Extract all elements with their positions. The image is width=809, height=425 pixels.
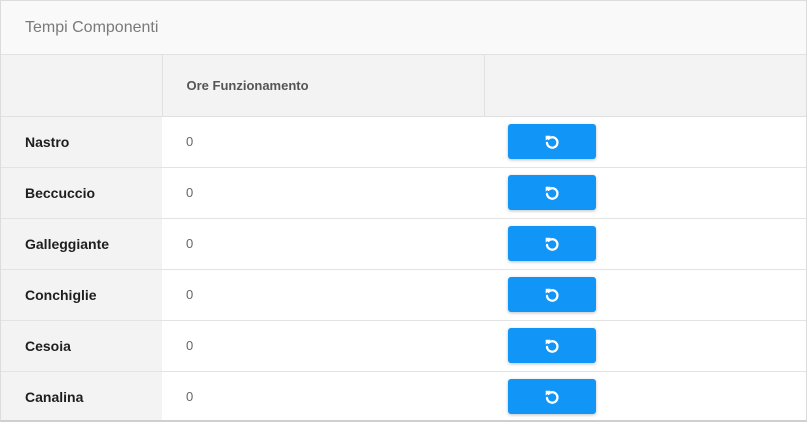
table-row: Beccuccio 0	[1, 167, 806, 219]
component-name: Nastro	[1, 116, 162, 168]
components-table: Ore Funzionamento Nastro 0 Beccuccio 0 G…	[1, 55, 806, 420]
table-header-row: Ore Funzionamento	[1, 55, 806, 117]
component-name: Conchiglie	[1, 269, 162, 321]
component-name: Galleggiante	[1, 218, 162, 270]
reset-button[interactable]	[508, 124, 596, 159]
table-row: Canalina 0	[1, 371, 806, 420]
operating-hours: 0	[162, 320, 484, 372]
reset-button[interactable]	[508, 277, 596, 312]
operating-hours: 0	[162, 167, 484, 219]
reset-icon	[545, 237, 559, 251]
reset-button[interactable]	[508, 175, 596, 210]
reset-button[interactable]	[508, 226, 596, 261]
components-panel: Tempi Componenti Ore Funzionamento Nastr…	[0, 0, 807, 422]
table-row: Nastro 0	[1, 116, 806, 168]
component-name: Beccuccio	[1, 167, 162, 219]
operating-hours: 0	[162, 116, 484, 168]
operating-hours: 0	[162, 269, 484, 321]
reset-button[interactable]	[508, 379, 596, 415]
operating-hours: 0	[162, 218, 484, 270]
table-row: Conchiglie 0	[1, 269, 806, 321]
table-row: Galleggiante 0	[1, 218, 806, 270]
reset-icon	[545, 390, 559, 404]
column-header-hours: Ore Funzionamento	[162, 55, 485, 117]
reset-button[interactable]	[508, 328, 596, 363]
component-name: Cesoia	[1, 320, 162, 372]
table-row: Cesoia 0	[1, 320, 806, 372]
component-name: Canalina	[1, 371, 162, 420]
reset-icon	[545, 288, 559, 302]
reset-icon	[545, 186, 559, 200]
reset-icon	[545, 339, 559, 353]
reset-icon	[545, 135, 559, 149]
column-header-action	[484, 55, 806, 117]
column-header-component	[1, 55, 163, 117]
operating-hours: 0	[186, 389, 194, 405]
panel-title: Tempi Componenti	[1, 1, 806, 55]
